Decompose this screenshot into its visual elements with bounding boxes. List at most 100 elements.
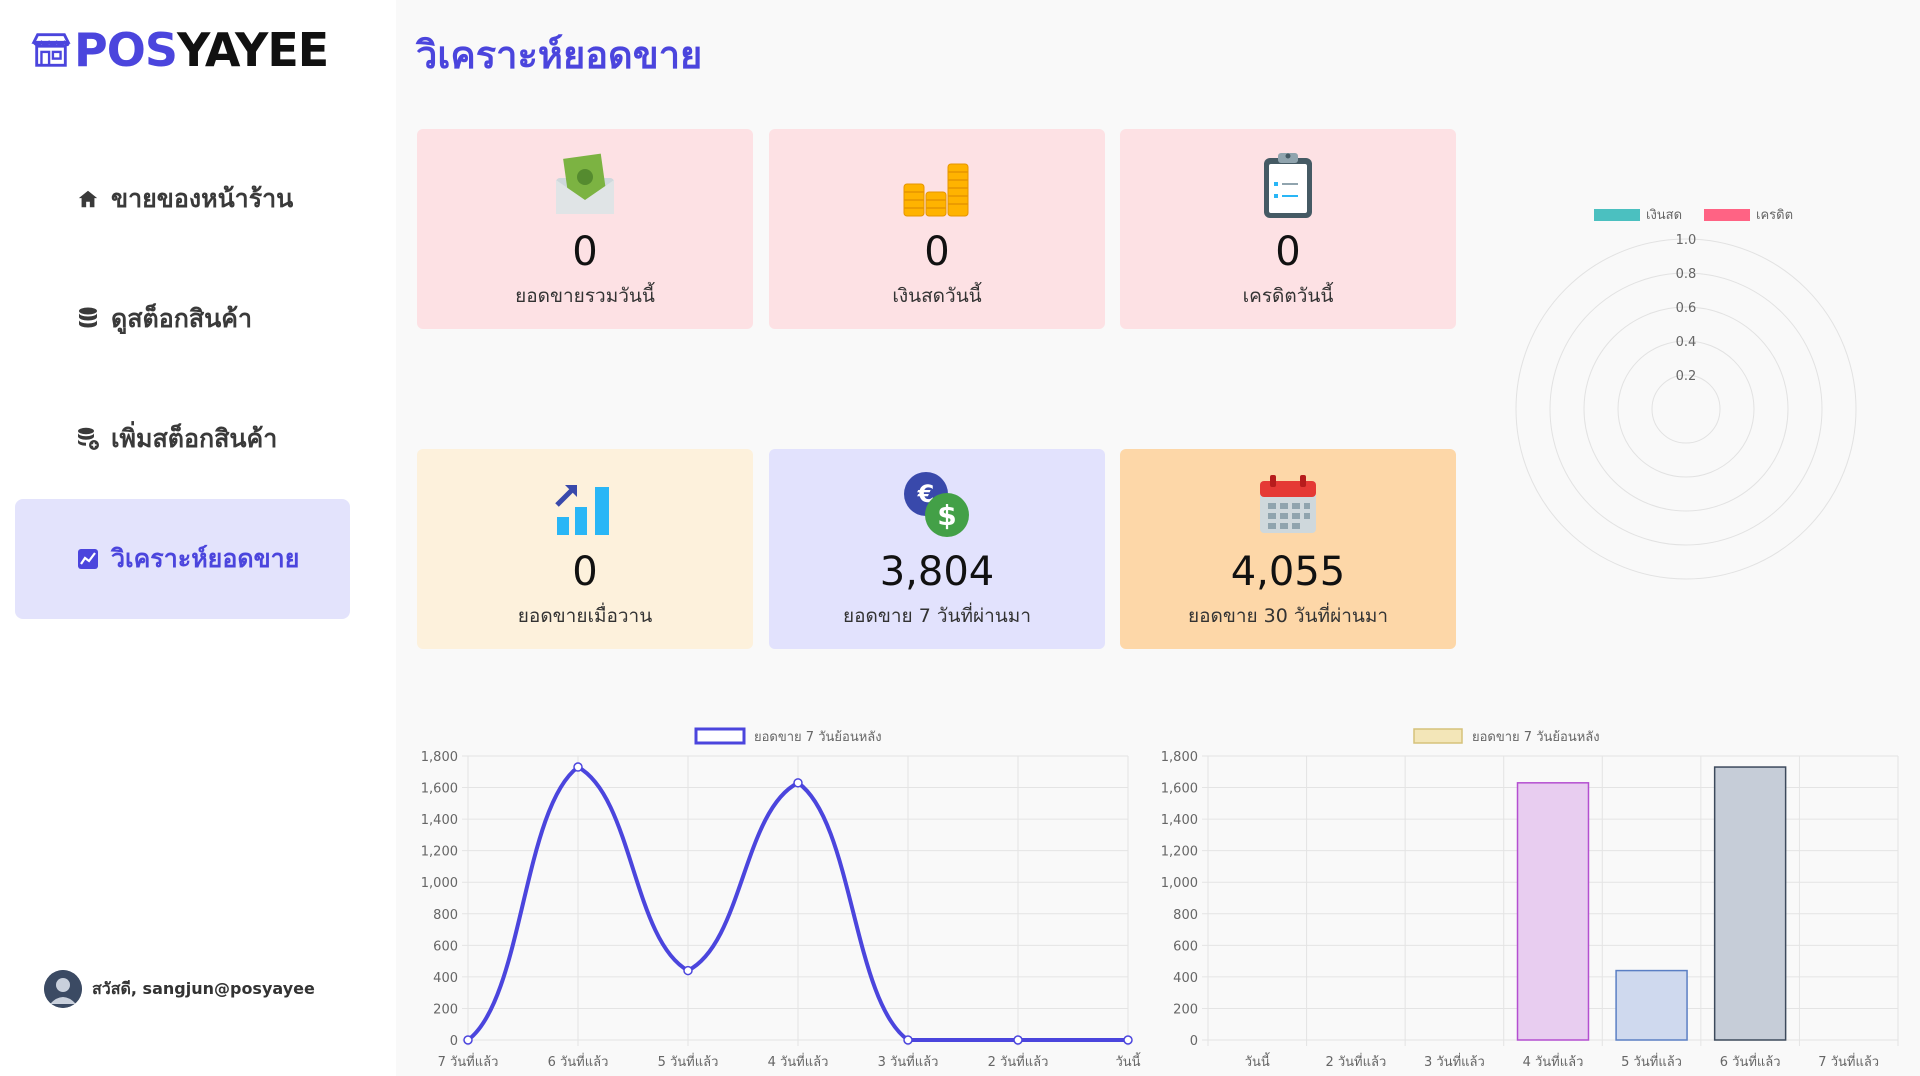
home-icon bbox=[75, 186, 101, 212]
card-value: 0 bbox=[572, 549, 598, 595]
radar-ring bbox=[1617, 340, 1755, 478]
card-today-total-sales: 0 ยอดขายรวมวันนี้ bbox=[417, 129, 753, 329]
y-tick-label: 1,600 bbox=[1161, 782, 1198, 797]
money-envelope-icon bbox=[549, 149, 621, 221]
y-tick-label: 1,000 bbox=[1161, 876, 1198, 891]
card-value: 0 bbox=[924, 229, 950, 275]
radar-tick-label: 0.4 bbox=[1676, 335, 1697, 350]
x-tick-label: 6 วันที่แล้ว bbox=[548, 1053, 609, 1070]
nav-item-storefront-sales[interactable]: ขายของหน้าร้าน bbox=[15, 139, 350, 259]
svg-text:$: $ bbox=[937, 499, 956, 532]
x-tick-label: 2 วันที่แล้ว bbox=[1325, 1053, 1386, 1070]
x-tick-label: 3 วันที่แล้ว bbox=[878, 1053, 939, 1070]
main-content: วิเคราะห์ยอดขาย 0 ยอดขายรวมวันนี้ 0 เงิน… bbox=[396, 0, 1920, 1076]
user-info[interactable]: สวัสดี, sangjun@posyayee bbox=[44, 970, 315, 1008]
y-tick-label: 1,800 bbox=[421, 750, 458, 765]
y-tick-label: 1,800 bbox=[1161, 750, 1198, 765]
bar-chart: ยอดขาย 7 วันย้อนหลัง 0 200 400 600 800 1,000 1,… bbox=[1156, 718, 1916, 1076]
nav-label: วิเคราะห์ยอดขาย bbox=[111, 544, 300, 573]
brand-logo[interactable]: POS YAYEE bbox=[30, 22, 329, 78]
y-tick-label: 800 bbox=[433, 908, 458, 923]
brand-name-yayee: YAYEE bbox=[176, 23, 329, 77]
y-tick-label: 600 bbox=[1173, 939, 1198, 954]
y-tick-label: 1,200 bbox=[1161, 845, 1198, 860]
radar-ring bbox=[1515, 238, 1857, 580]
y-tick-label: 200 bbox=[433, 1002, 458, 1017]
data-point bbox=[1013, 1035, 1023, 1045]
legend-label-credit: เครดิต bbox=[1756, 208, 1793, 223]
page-title: วิเคราะห์ยอดขาย bbox=[416, 33, 703, 77]
card-value: 0 bbox=[1275, 229, 1301, 275]
card-label: ยอดขาย 30 วันที่ผ่านมา bbox=[1187, 605, 1389, 627]
x-tick-label: 2 วันที่แล้ว bbox=[988, 1053, 1049, 1070]
clipboard-icon bbox=[1252, 149, 1324, 221]
y-tick-label: 400 bbox=[1173, 971, 1198, 986]
calendar-icon bbox=[1252, 469, 1324, 541]
card-today-cash: 0 เงินสดวันนี้ bbox=[769, 129, 1105, 329]
x-tick-label: 7 วันที่แล้ว bbox=[438, 1053, 499, 1070]
card-value: 4,055 bbox=[1230, 549, 1346, 595]
card-30day-sales: 4,055 ยอดขาย 30 วันที่ผ่านมา bbox=[1120, 449, 1456, 649]
card-label: เงินสดวันนี้ bbox=[892, 285, 982, 307]
bar bbox=[1713, 766, 1787, 1041]
x-tick-label: 5 วันที่แล้ว bbox=[1621, 1053, 1682, 1070]
radar-tick-label: 0.2 bbox=[1676, 369, 1697, 384]
bar bbox=[1516, 782, 1590, 1041]
x-tick-label: วันนี้ bbox=[1115, 1052, 1141, 1070]
y-tick-label: 800 bbox=[1173, 908, 1198, 923]
chart-icon bbox=[75, 546, 101, 572]
radar-tick-label: 1.0 bbox=[1676, 233, 1697, 248]
data-point bbox=[793, 778, 803, 788]
x-tick-label: 5 วันที่แล้ว bbox=[658, 1053, 719, 1070]
avatar bbox=[44, 970, 82, 1008]
bar bbox=[1615, 969, 1688, 1041]
line-chart: ยอดขาย 7 วันย้อนหลัง 0 200 400 600 800 1,000 1,… bbox=[416, 718, 1146, 1076]
y-tick-label: 0 bbox=[450, 1034, 458, 1049]
data-point bbox=[903, 1035, 913, 1045]
card-7day-sales: € $ 3,804 ยอดขาย 7 วันที่ผ่านมา bbox=[769, 449, 1105, 649]
bar-chart-svg: ยอดขาย 7 วันย้อนหลัง 0 200 400 600 800 1,000 1,… bbox=[1161, 728, 1899, 1070]
database-add-icon bbox=[75, 426, 101, 452]
y-tick-label: 1,400 bbox=[421, 813, 458, 828]
nav-item-add-stock[interactable]: เพิ่มสต็อกสินค้า bbox=[15, 379, 350, 499]
legend-label: ยอดขาย 7 วันย้อนหลัง bbox=[1472, 730, 1600, 745]
data-point bbox=[683, 965, 693, 976]
x-tick-label: 6 วันที่แล้ว bbox=[1720, 1053, 1781, 1070]
nav-label: ดูสต็อกสินค้า bbox=[111, 304, 252, 333]
x-tick-label: 7 วันที่แล้ว bbox=[1818, 1053, 1879, 1070]
card-value: 3,804 bbox=[879, 549, 995, 595]
store-icon bbox=[31, 33, 71, 67]
coins-icon bbox=[901, 149, 973, 221]
radar-ring bbox=[1651, 374, 1721, 444]
card-today-credit: 0 เครดิตวันนี้ bbox=[1120, 129, 1456, 329]
y-tick-label: 1,200 bbox=[421, 845, 458, 860]
radar-tick-label: 0.8 bbox=[1676, 267, 1697, 282]
y-tick-label: 600 bbox=[433, 939, 458, 954]
legend-swatch bbox=[694, 727, 746, 745]
card-label: ยอดขายรวมวันนี้ bbox=[515, 285, 655, 307]
data-point bbox=[1123, 1035, 1133, 1045]
card-label: ยอดขาย 7 วันที่ผ่านมา bbox=[842, 605, 1031, 627]
y-tick-label: 1,400 bbox=[1161, 813, 1198, 828]
sidebar: POS YAYEE ขายของหน้าร้าน ดูสต็อกสินค้า เพ… bbox=[0, 0, 396, 1076]
y-tick-label: 1,000 bbox=[421, 876, 458, 891]
card-value: 0 bbox=[572, 229, 598, 275]
x-tick-label: 4 วันที่แล้ว bbox=[768, 1053, 829, 1070]
nav-item-view-stock[interactable]: ดูสต็อกสินค้า bbox=[15, 259, 350, 379]
user-greeting: สวัสดี, sangjun@posyayee bbox=[92, 978, 315, 998]
legend-swatch bbox=[1413, 728, 1463, 744]
radar-tick-label: 0.6 bbox=[1676, 301, 1697, 316]
radar-chart: เงินสด เครดิต 0.2 0.4 0.6 0.8 1.0 bbox=[1486, 195, 1886, 595]
card-label: เครดิตวันนี้ bbox=[1242, 285, 1334, 307]
legend-label: ยอดขาย 7 วันย้อนหลัง bbox=[754, 730, 882, 745]
x-tick-label: 4 วันที่แล้ว bbox=[1523, 1053, 1584, 1070]
radar-chart-svg: เงินสด เครดิต 0.2 0.4 0.6 0.8 1.0 bbox=[1515, 208, 1857, 580]
line-chart-svg: ยอดขาย 7 วันย้อนหลัง 0 200 400 600 800 1,000 1,… bbox=[421, 727, 1141, 1070]
legend-label-cash: เงินสด bbox=[1646, 208, 1682, 223]
currency-exchange-icon: € $ bbox=[901, 469, 973, 541]
bar-growth-icon bbox=[549, 469, 621, 541]
legend-swatch-credit bbox=[1704, 209, 1750, 221]
nav-label: ขายของหน้าร้าน bbox=[111, 184, 294, 213]
nav-item-sales-analysis[interactable]: วิเคราะห์ยอดขาย bbox=[15, 499, 350, 619]
y-tick-label: 400 bbox=[433, 971, 458, 986]
